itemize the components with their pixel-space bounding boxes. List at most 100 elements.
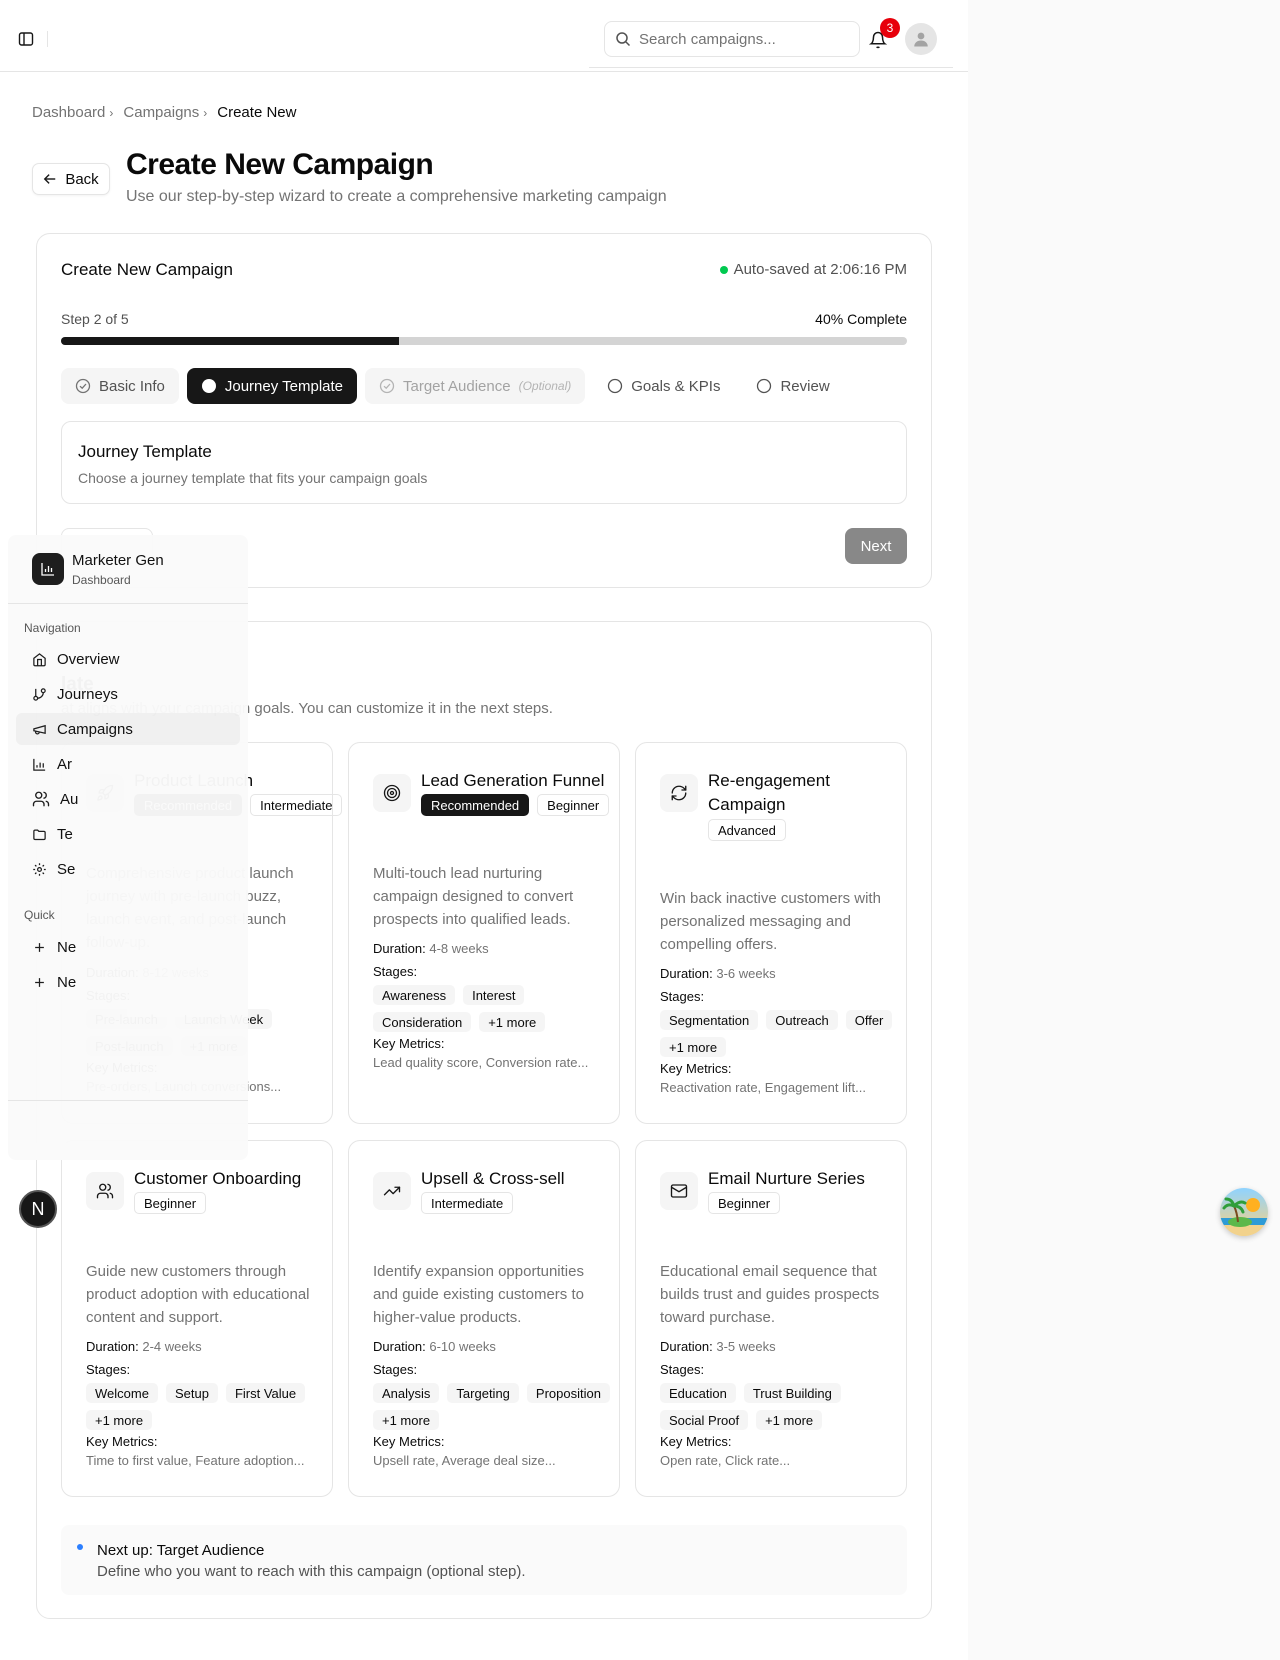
stage-chip: Segmentation [660,1010,759,1030]
quick-action-item[interactable]: Ne [16,966,240,998]
check-circle-icon [379,378,395,394]
autosave-text: Auto-saved at 2:06:16 PM [733,261,907,278]
stages-label: Stages: [660,989,705,1004]
user-icon [914,32,928,47]
duration-value: 3-5 weeks [716,1339,776,1354]
duration-label: Duration: [373,941,426,956]
step-label: Goals & KPIs [631,377,721,395]
difficulty-badge: Advanced [708,819,786,841]
sidebar-item-users[interactable]: Au [16,783,240,815]
next-up-description: Define who you want to reach with this c… [97,1563,526,1580]
metrics-label: Key Metrics: [373,1434,445,1449]
circle-icon [608,378,623,394]
sidebar-item-home[interactable]: Overview [16,643,240,675]
stage-chip: Analysis [373,1383,440,1403]
difficulty-badge: Intermediate [421,1192,514,1214]
template-card[interactable]: Lead Generation Funnel Recommended Beginne… [348,742,620,1124]
status-dot [719,265,728,274]
quick-action-item[interactable]: Ne [16,931,240,963]
sidebar-item-label: Campaigns [57,720,133,738]
quick-action-label: Ne [57,938,77,956]
sidebar-item-bar-chart[interactable]: Ar [16,748,240,780]
breadcrumb: Dashboard › Campaigns › Create New [32,104,296,121]
assistant-button[interactable]: N [19,1190,57,1228]
stage-chip: +1 more [660,1037,727,1057]
progress-bar [61,337,907,345]
avatar[interactable] [905,23,937,55]
metrics-value: Upsell rate, Average deal size... [373,1453,556,1468]
duration-value: 4-8 weeks [429,941,489,956]
stage-chips: Education Trust Building Social Proof +1 mo… [660,1383,900,1430]
beach-avatar-icon[interactable] [1220,1188,1268,1236]
breadcrumb-dashboard[interactable]: Dashboard [32,104,105,121]
sidebar-footer [8,1100,248,1160]
stages-label: Stages: [373,964,418,979]
difficulty-badge: Recommended [421,794,530,816]
sidebar-toggle-icon[interactable] [16,29,36,49]
back-button[interactable]: Back [32,163,110,195]
template-description: Win back inactive customers with persona… [660,890,881,953]
template-badges: Advanced [708,819,786,841]
app-subtitle: Dashboard [72,573,131,587]
section-description: Choose a journey template that fits your… [78,470,428,486]
template-card[interactable]: Email Nurture Series Beginner Educational … [635,1140,907,1497]
stage-chip: First Value [225,1383,306,1403]
template-card[interactable]: Re-engagement Campaign Advanced Win back i… [635,742,907,1124]
chart-logo-icon [32,553,64,585]
duration-row: Duration: 6-10 weeks [373,1339,496,1354]
breadcrumb-campaigns[interactable]: Campaigns [123,104,199,121]
stages-label: Stages: [86,1362,131,1377]
next-button[interactable]: Next [845,528,907,564]
sidebar-item-gear[interactable]: Se [16,853,240,885]
template-badges: Intermediate [421,1192,514,1214]
trending-up-icon [373,1172,411,1210]
step-target-audience[interactable]: Target Audience (Optional) [365,368,586,404]
notification-badge: 3 [880,18,900,38]
megaphone-icon [32,722,47,737]
stage-chips: Segmentation Outreach Offer +1 more [660,1010,900,1057]
template-name: Email Nurture Series [708,1169,865,1188]
difficulty-badge: Intermediate [250,794,343,816]
git-branch-icon [32,687,47,702]
stage-chip: Education [660,1383,736,1403]
quick-group-label: Quick [24,908,55,922]
stage-chip: Proposition [526,1383,610,1403]
page-subtitle: Use our step-by-step wizard to create a … [126,188,667,205]
quick-action-label: Ne [57,973,77,991]
step-basic-info[interactable]: Basic Info [61,368,179,404]
step-review[interactable]: Review [742,368,843,404]
search-box[interactable] [604,21,860,57]
info-dot [77,1544,83,1550]
sidebar-header[interactable]: Marketer Gen Dashboard [8,535,248,604]
metrics-value: Reactivation rate, Engagement lift... [660,1080,866,1095]
metrics-value: Open rate, Click rate... [660,1453,791,1468]
stage-chip: Targeting [447,1383,519,1403]
stage-chip: Trust Building [743,1383,841,1403]
sidebar-item-git-branch[interactable]: Journeys [16,678,240,710]
metrics-label: Key Metrics: [373,1036,445,1051]
search-input[interactable] [639,30,839,48]
step-section: Journey Template Choose a journey templa… [61,421,907,504]
duration-value: 2-4 weeks [142,1339,202,1354]
stage-chip: Setup [165,1383,218,1403]
stages-label: Stages: [373,1362,418,1377]
metrics-label: Key Metrics: [660,1061,732,1076]
step-tabs: Basic Info Journey Template Target Audie… [61,368,844,404]
sidebar-item-megaphone[interactable]: Campaigns [16,713,240,745]
users-icon [86,1172,124,1210]
divider [47,31,48,47]
stage-chip: Offer [845,1010,893,1030]
sidebar-item-label: Se [57,860,76,878]
circle-filled-icon [201,379,216,393]
wizard-title: Create New Campaign [61,260,233,279]
sidebar-item-folder[interactable]: Te [16,818,240,850]
step-label: Journey Template [224,377,343,395]
stage-chip: +1 more [479,1012,546,1032]
step-journey-template[interactable]: Journey Template [186,368,357,404]
sidebar-item-label: Journeys [57,685,118,703]
sidebar-item-label: Overview [57,650,120,668]
template-card[interactable]: Upsell & Cross-sell Intermediate Identify … [348,1140,620,1497]
template-card[interactable]: Customer Onboarding Beginner Guide new cus… [61,1140,333,1497]
step-goals-kpis[interactable]: Goals & KPIs [593,368,734,404]
duration-row: Duration: 3-6 weeks [660,966,776,981]
